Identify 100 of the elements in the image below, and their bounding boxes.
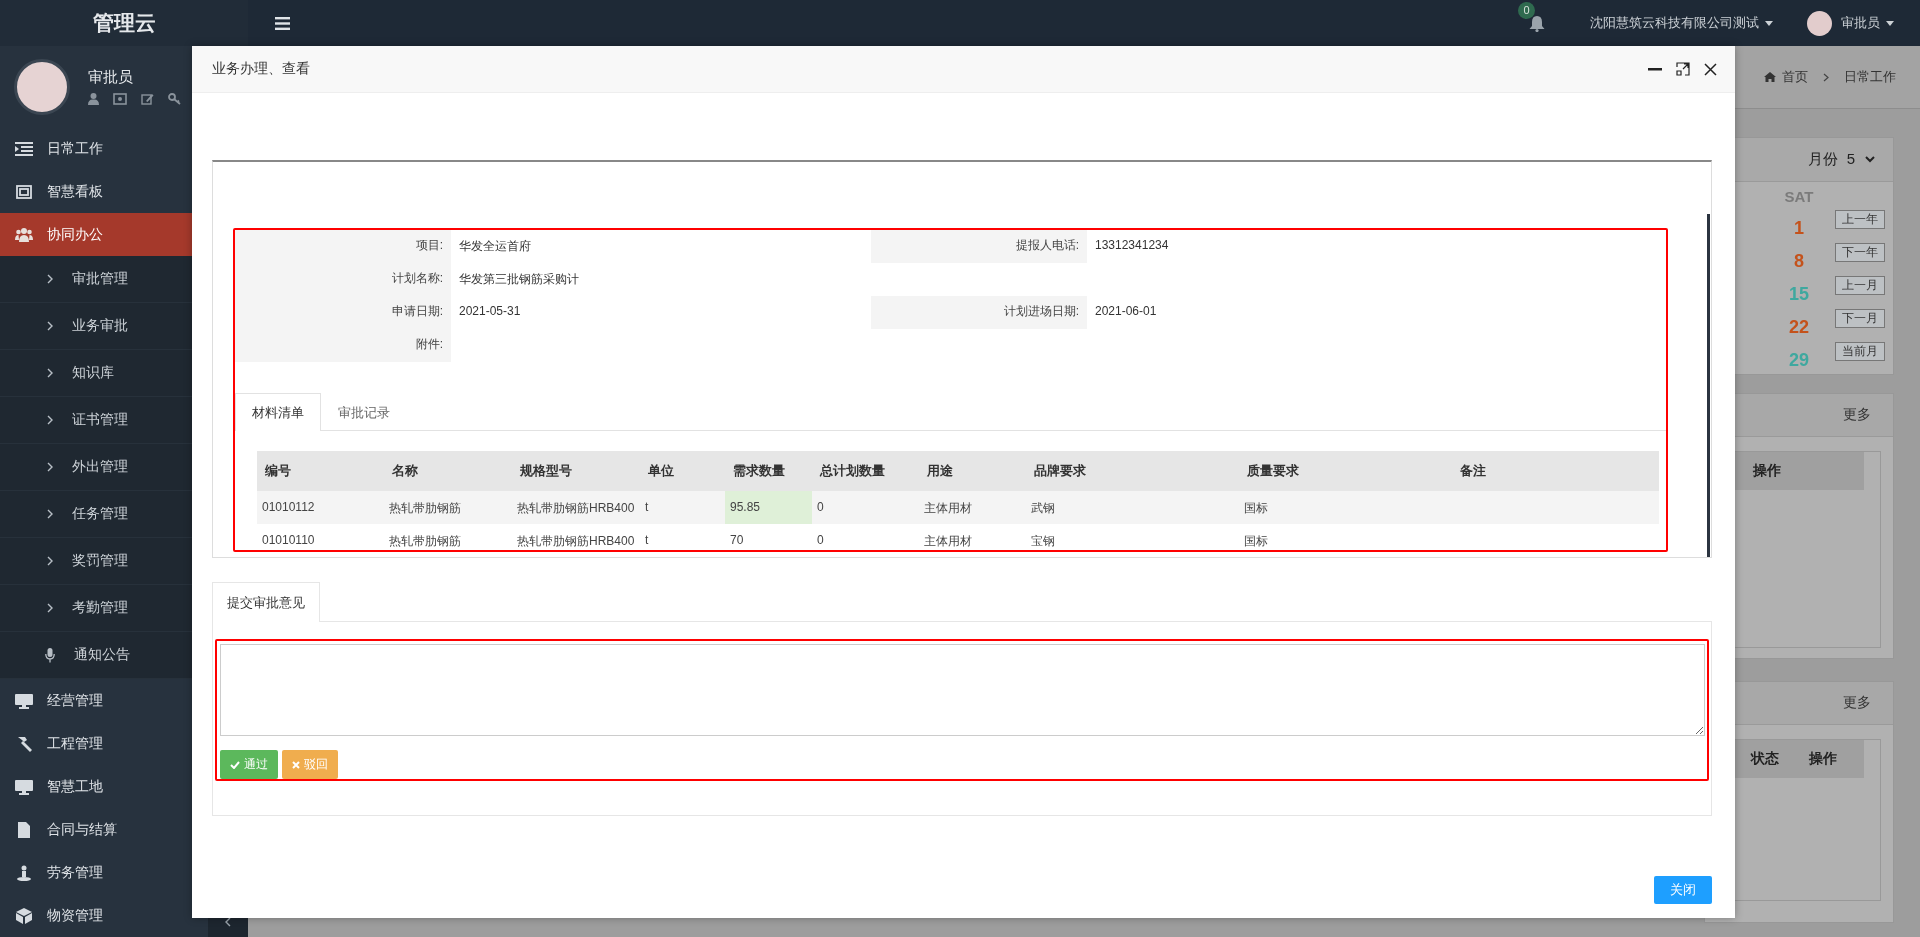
user-dropdown[interactable]: 审批员 <box>1841 14 1894 32</box>
breadcrumb-link[interactable]: 日常工作 <box>1844 68 1896 86</box>
chevron-right-icon <box>47 603 53 613</box>
notification-badge: 0 <box>1518 2 1535 19</box>
column-header: 操作 <box>1809 750 1837 768</box>
field-value: 华发全运首府 <box>459 239 531 253</box>
tab[interactable]: 审批记录 <box>321 393 407 430</box>
table-cell-text: 热轧带肋钢筋 <box>388 533 462 550</box>
column-header: 单位 <box>647 462 675 480</box>
month-dropdown[interactable]: 月份 5 <box>1808 150 1875 169</box>
calendar-nav-button[interactable]: 上一月 <box>1835 276 1885 295</box>
field-label: 申请日期: <box>235 296 451 329</box>
field-label: 计划名称: <box>235 263 451 296</box>
breadcrumb-link[interactable]: 首页 <box>1782 68 1808 86</box>
chevron-right-icon <box>47 509 53 519</box>
column-header: 操作 <box>1753 462 1781 480</box>
more-link[interactable]: 更多 <box>1843 694 1871 712</box>
menu-item[interactable]: 经营管理 <box>0 679 248 722</box>
field-label: 计划进场日期: <box>1003 304 1079 318</box>
caret-icon <box>1886 20 1894 26</box>
table-cell: 95.85 <box>725 491 812 524</box>
field-label: 项目: <box>235 230 451 263</box>
cube-icon <box>15 907 33 924</box>
field-value: 13312341234 <box>1095 238 1169 252</box>
table-cell-text: 0 <box>816 532 825 549</box>
menu-item[interactable]: 物资管理 <box>0 894 248 937</box>
menu-icon[interactable] <box>275 16 290 30</box>
column-header: 备注 <box>1459 462 1487 480</box>
field-label: 提报人电话: <box>1015 238 1079 252</box>
chevron-right-icon <box>47 415 53 425</box>
calendar-nav-button[interactable]: 当前月 <box>1835 342 1885 361</box>
tab[interactable]: 提交审批意见 <box>212 582 320 622</box>
close-icon[interactable] <box>1704 62 1717 76</box>
company-dropdown[interactable]: 沈阳慧筑云科技有限公司测试 <box>1590 14 1773 32</box>
column-header: 总计划数量 <box>818 462 886 480</box>
calendar-nav-button[interactable]: 下一月 <box>1835 309 1885 328</box>
field-value: 2021-05-31 <box>459 304 521 318</box>
document-icon <box>15 821 33 838</box>
field-value: 华发第三批钢筋采购计 <box>459 272 579 286</box>
column-header: 编号 <box>264 462 292 480</box>
person-icon <box>15 864 33 881</box>
table-cell-text: 主体用材 <box>923 533 973 550</box>
column-header: 状态 <box>1751 750 1779 768</box>
table-cell-text: 热轧带肋钢筋HRB400 <box>516 500 636 517</box>
table-cell-text: 宝钢 <box>1030 533 1056 550</box>
maximize-icon[interactable] <box>1676 62 1690 76</box>
table-cell-text: 国标 <box>1243 533 1269 550</box>
field-label: 附件: <box>235 329 451 362</box>
avatar[interactable] <box>1807 10 1832 36</box>
more-link[interactable]: 更多 <box>1843 406 1871 424</box>
table-cell-text: 01010110 <box>261 532 316 549</box>
table-cell-text: 主体用材 <box>923 500 973 517</box>
monitor-icon <box>15 692 33 709</box>
table-cell-text: 热轧带肋钢筋 <box>388 500 462 517</box>
field-value: 2021-06-01 <box>1095 304 1157 318</box>
column-header: 质量要求 <box>1246 462 1300 480</box>
chevron-down-icon <box>1865 156 1875 163</box>
table-cell-text: 武钢 <box>1030 500 1056 517</box>
id-card-icon[interactable] <box>113 93 127 105</box>
user-icon[interactable] <box>88 93 99 105</box>
list-icon <box>15 140 33 157</box>
chevron-right-icon <box>47 274 53 284</box>
column-header: 需求数量 <box>732 462 786 480</box>
users-icon <box>15 226 33 243</box>
scrollbar[interactable] <box>1707 214 1710 557</box>
menu-item[interactable]: 日常工作 <box>0 127 248 170</box>
user-name: 审批员 <box>88 68 134 87</box>
calendar-nav-button[interactable]: 下一年 <box>1835 243 1885 262</box>
chevron-right-icon <box>47 462 53 472</box>
microphone-icon <box>45 647 55 663</box>
app-logo: 管理云 <box>0 0 248 46</box>
chevron-right-icon <box>47 321 53 331</box>
column-header: 品牌要求 <box>1033 462 1087 480</box>
table-cell-text: 热轧带肋钢筋HRB400 <box>516 533 636 550</box>
column-header: 用途 <box>926 462 954 480</box>
column-header: 名称 <box>391 462 419 480</box>
menu-item[interactable]: 劳务管理 <box>0 851 248 894</box>
dashboard-icon <box>15 183 33 200</box>
table-cell-text: t <box>644 499 650 516</box>
table-cell-text: 0 <box>816 499 825 516</box>
chevron-right-icon <box>47 556 53 566</box>
tab[interactable]: 材料清单 <box>235 393 321 431</box>
bell-icon[interactable] <box>1529 15 1545 32</box>
home-icon <box>1764 72 1776 82</box>
menu-item[interactable]: 智慧看板 <box>0 170 248 213</box>
calendar-nav-button[interactable]: 上一年 <box>1835 210 1885 229</box>
table-cell-text: 01010112 <box>261 499 316 516</box>
monitor-icon <box>15 778 33 795</box>
menu-item[interactable]: 合同与结算 <box>0 808 248 851</box>
chevron-right-icon <box>1823 72 1829 82</box>
edit-icon[interactable] <box>141 93 154 105</box>
dialog-title: 业务办理、查看 <box>212 60 310 78</box>
close-icon <box>292 760 300 769</box>
key-icon[interactable] <box>168 93 181 105</box>
table-cell-text: 国标 <box>1243 500 1269 517</box>
check-icon <box>230 760 240 769</box>
caret-icon <box>1765 20 1773 26</box>
minimize-icon[interactable] <box>1648 67 1662 71</box>
table-cell-text: t <box>644 532 650 549</box>
table-cell-text: 70 <box>729 532 745 549</box>
